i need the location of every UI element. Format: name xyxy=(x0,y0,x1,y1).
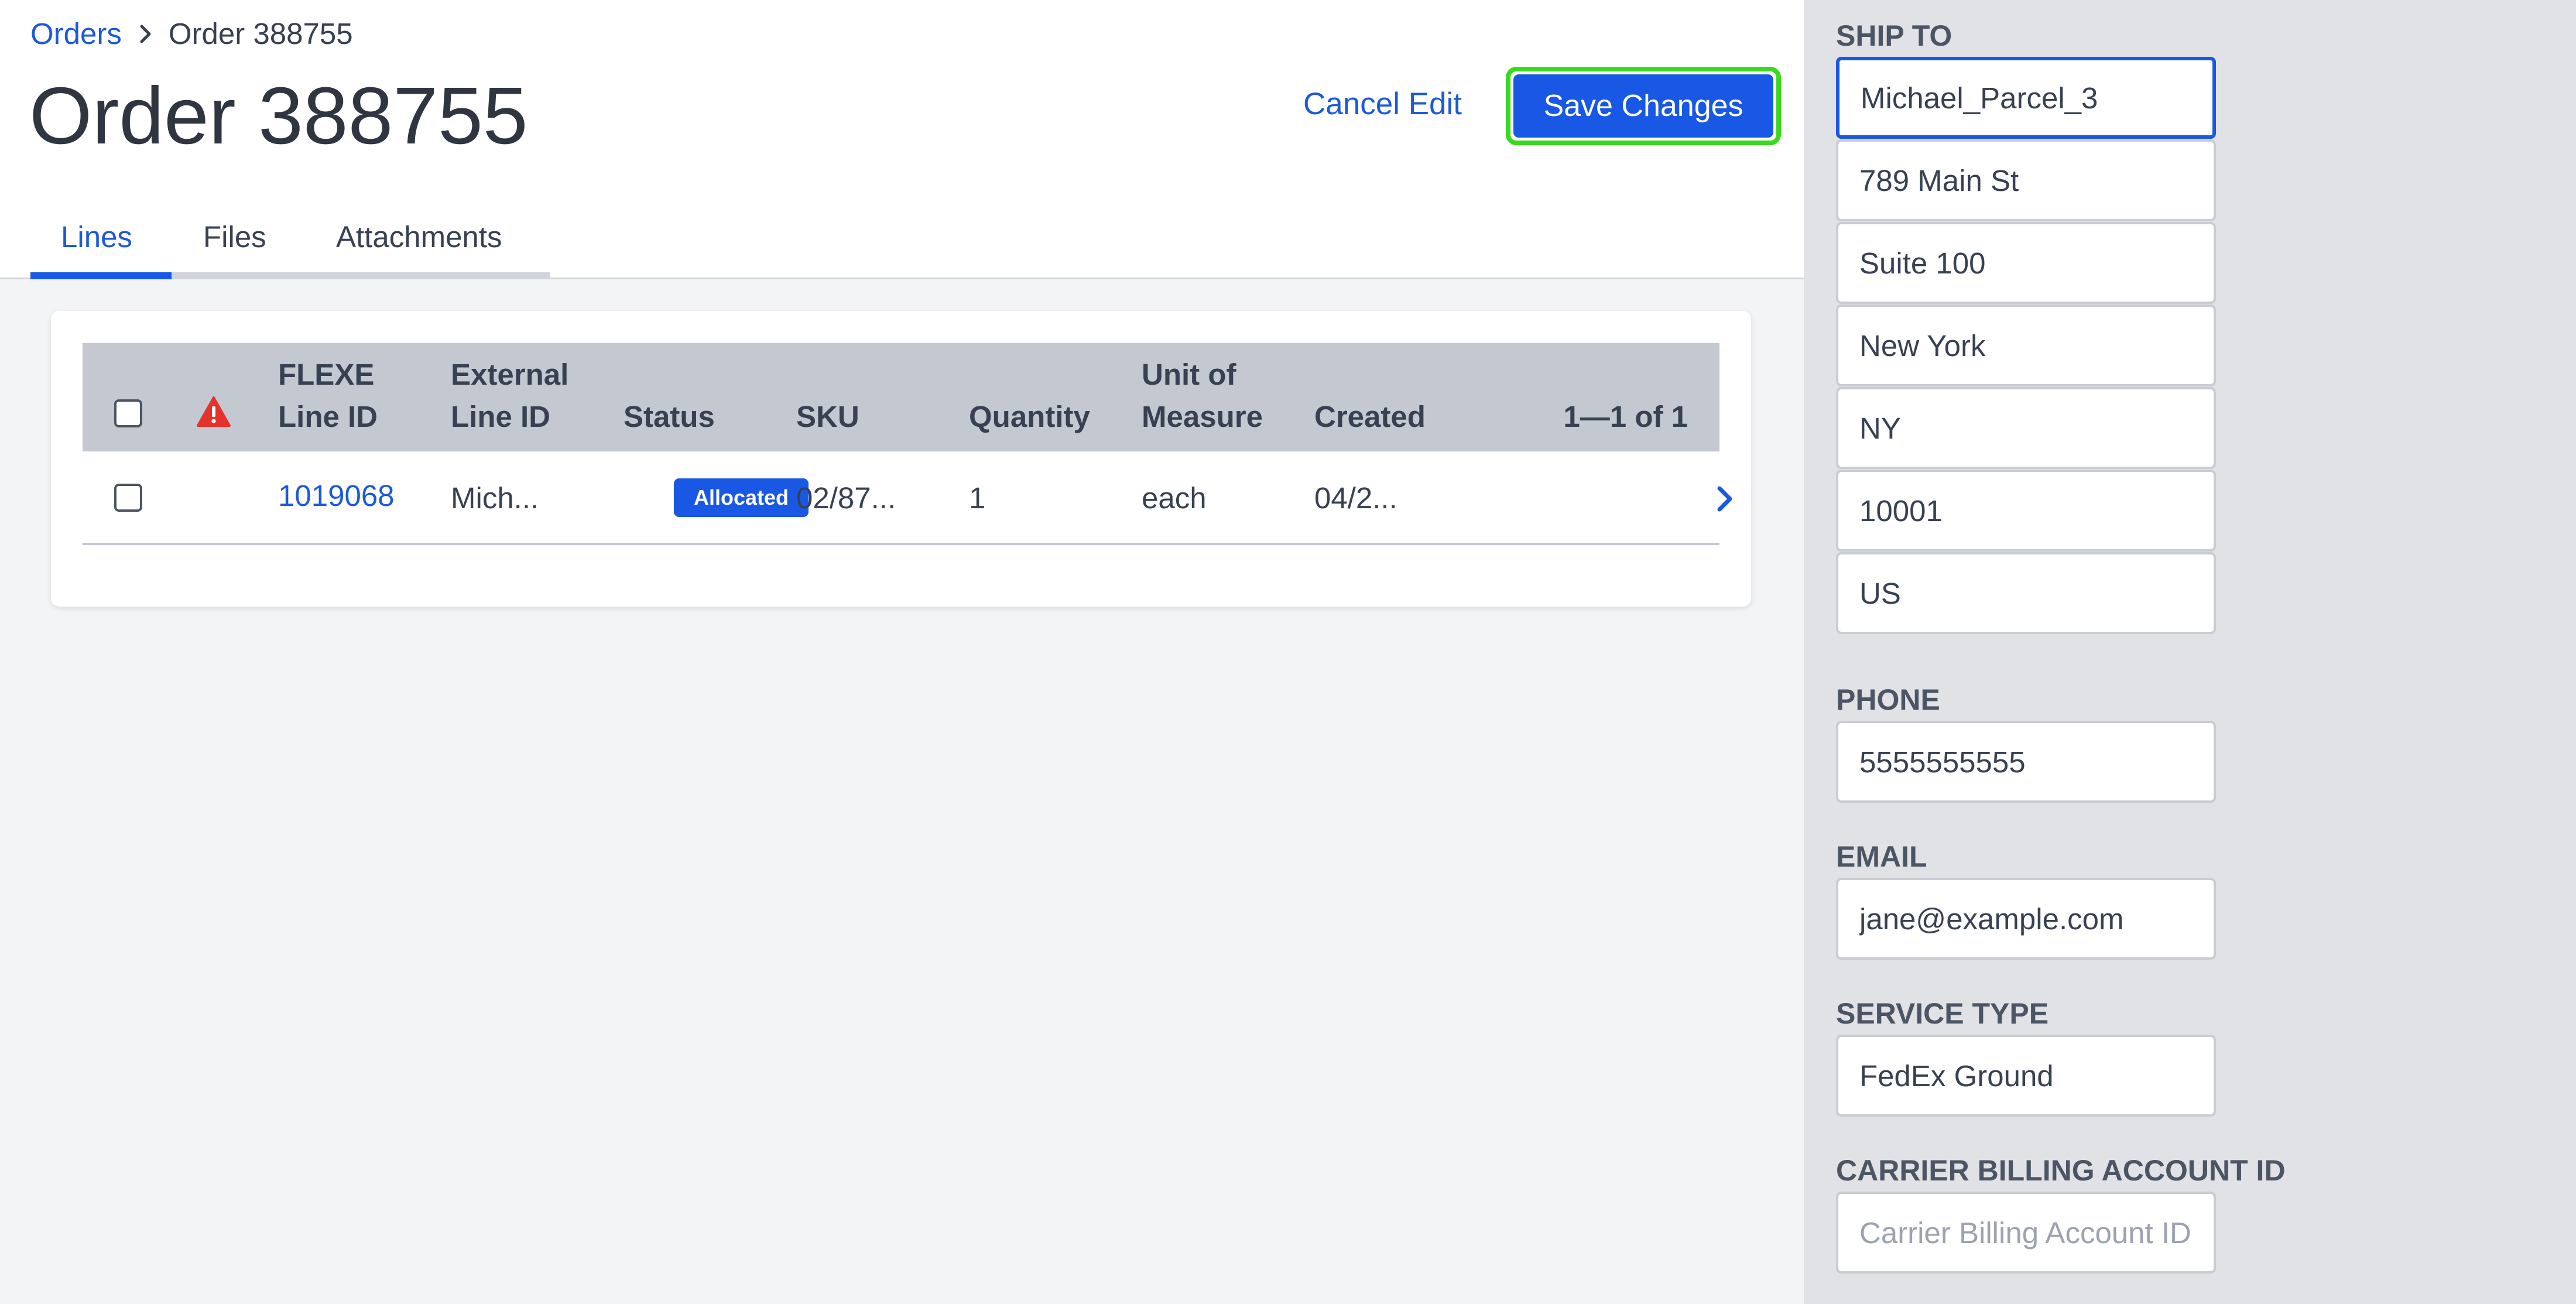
address-line1-input[interactable] xyxy=(1836,139,2216,221)
cancel-edit-button[interactable]: Cancel Edit xyxy=(1303,83,1462,125)
tab-attachments[interactable]: Attachments xyxy=(336,214,502,285)
page-header: Orders Order 388755 Order 388755 Cancel … xyxy=(0,0,1804,279)
header-external-line-id[interactable]: External Line ID xyxy=(451,354,568,438)
cell-unit-of-measure: each xyxy=(1142,481,1207,515)
header-status[interactable]: Status xyxy=(624,396,715,438)
zip-input[interactable] xyxy=(1836,470,2216,552)
tab-files[interactable]: Files xyxy=(203,214,266,285)
cell-created: 04/2... xyxy=(1314,481,1397,515)
header-flexe-line-id[interactable]: FLEXE Line ID xyxy=(278,354,378,438)
table-row[interactable]: 1019068 Mich... Allocated 02/87... 1 eac… xyxy=(83,451,1732,545)
order-lines-card: FLEXE Line ID External Line ID Status SK… xyxy=(51,311,1751,607)
cell-quantity: 1 xyxy=(969,481,986,515)
carrier-billing-account-input[interactable] xyxy=(1836,1192,2216,1274)
header-created[interactable]: Created xyxy=(1314,396,1426,438)
address-line2-input[interactable] xyxy=(1836,222,2216,304)
page-title: Order 388755 xyxy=(29,71,528,161)
state-input[interactable] xyxy=(1836,387,2216,469)
breadcrumb-orders-link[interactable]: Orders xyxy=(30,13,122,55)
email-label: EMAIL xyxy=(1836,840,1927,873)
chevron-right-icon xyxy=(139,25,152,43)
header-quantity[interactable]: Quantity xyxy=(969,396,1090,438)
breadcrumb-current: Order 388755 xyxy=(168,17,353,50)
main-content: Orders Order 388755 Order 388755 Cancel … xyxy=(0,0,1804,1304)
service-type-input[interactable] xyxy=(1836,1035,2216,1117)
cell-external-line-id: Mich... xyxy=(451,481,539,515)
city-input[interactable] xyxy=(1836,304,2216,386)
status-badge: Allocated xyxy=(674,478,809,517)
chevron-right-icon[interactable] xyxy=(1716,485,1734,515)
order-edit-page: Orders Order 388755 Order 388755 Cancel … xyxy=(0,0,2576,1304)
service-type-label: SERVICE TYPE xyxy=(1836,997,2049,1030)
cell-sku: 02/87... xyxy=(796,481,896,515)
active-tab-indicator xyxy=(30,272,172,279)
ship-to-label: SHIP TO xyxy=(1836,19,1952,52)
warning-icon xyxy=(196,396,231,430)
tab-bar: Lines Files Attachments xyxy=(30,208,550,279)
header-sku[interactable]: SKU xyxy=(796,396,859,438)
ship-to-name-input[interactable] xyxy=(1836,57,2216,139)
save-changes-button[interactable]: Save Changes xyxy=(1513,74,1773,138)
carrier-billing-label: CARRIER BILLING ACCOUNT ID xyxy=(1836,1154,2286,1187)
ship-to-sidebar: SHIP TO PHONE EMAIL SERVICE TYPE CARRIER… xyxy=(1804,0,2576,1304)
email-input[interactable] xyxy=(1836,878,2216,960)
breadcrumb: Orders Order 388755 xyxy=(30,13,353,55)
select-all-checkbox[interactable] xyxy=(114,399,142,427)
save-button-focus-ring: Save Changes xyxy=(1506,67,1781,145)
pagination-count: 1—1 of 1 xyxy=(1563,400,1688,433)
phone-input[interactable] xyxy=(1836,721,2216,803)
row-select-checkbox[interactable] xyxy=(114,484,142,512)
header-unit-of-measure[interactable]: Unit of Measure xyxy=(1142,354,1263,438)
country-input[interactable] xyxy=(1836,552,2216,634)
cell-flexe-line-id[interactable]: 1019068 xyxy=(278,475,395,517)
table-header: FLEXE Line ID External Line ID Status SK… xyxy=(83,343,1719,451)
phone-label: PHONE xyxy=(1836,683,1940,716)
